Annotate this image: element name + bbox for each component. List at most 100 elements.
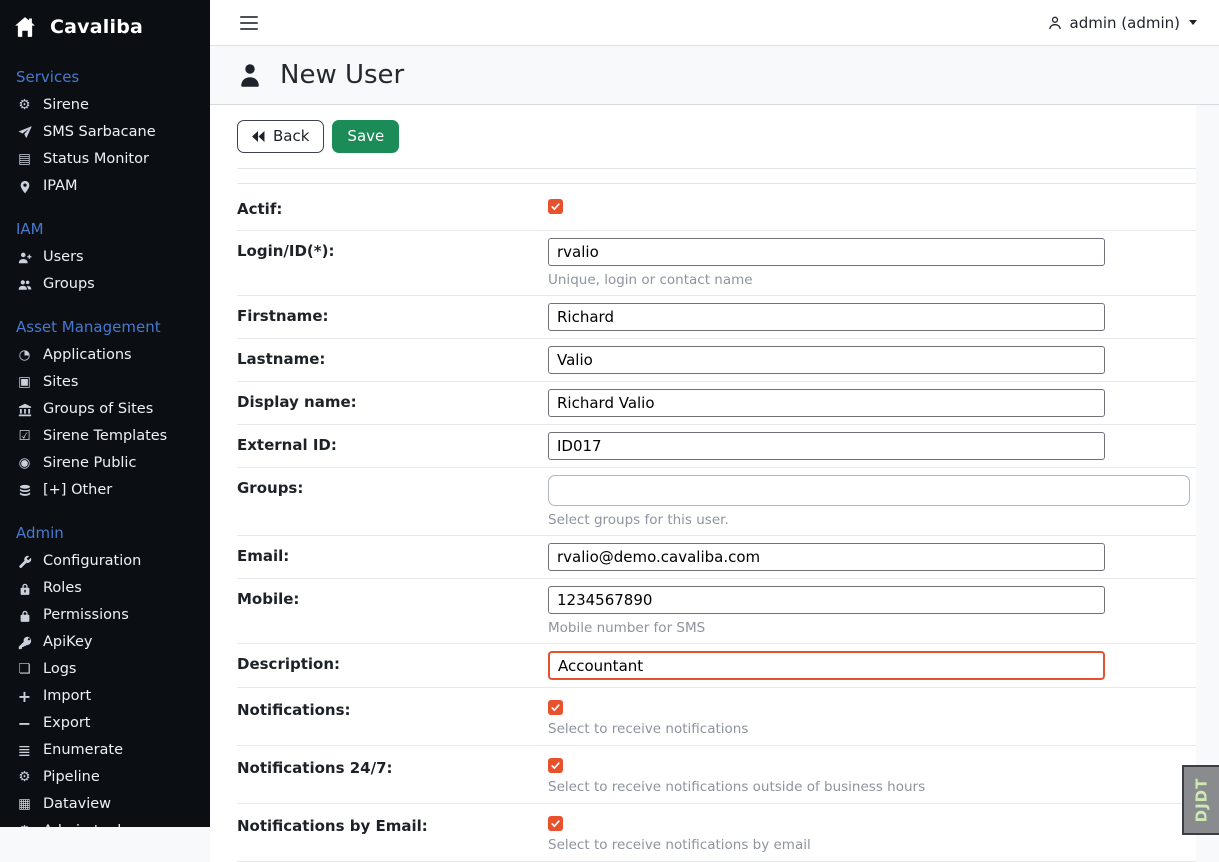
user-menu-label: admin (admin) (1070, 14, 1180, 32)
field-help: Select to receive notifications by email (548, 837, 811, 853)
save-button[interactable]: Save (332, 120, 399, 153)
sidebar-item-other[interactable]: [+] Other (0, 477, 210, 504)
login-id-input[interactable] (548, 238, 1105, 266)
sidebar-item-groups[interactable]: Groups (0, 271, 210, 298)
bank-icon (16, 403, 33, 417)
actif-checkbox[interactable] (548, 199, 563, 214)
form-row-mobile: Mobile: Mobile number for SMS (237, 579, 1196, 644)
sidebar-item-sirene[interactable]: ⚙ Sirene (0, 92, 210, 119)
sidebar-item-status-monitor[interactable]: ▤ Status Monitor (0, 146, 210, 173)
page-title: New User (280, 60, 404, 90)
sidebar-item-sirene-public[interactable]: ◉ Sirene Public (0, 450, 210, 477)
notifications-email-checkbox[interactable] (548, 816, 563, 831)
sidebar-item-sirene-templates[interactable]: ☑ Sirene Templates (0, 423, 210, 450)
sidebar-item-sms-sarbacane[interactable]: SMS Sarbacane (0, 119, 210, 146)
brand-logo[interactable]: Cavaliba (0, 0, 210, 48)
status-list-icon: ▤ (16, 151, 33, 168)
sidebar-item-enumerate[interactable]: ≣ Enumerate (0, 737, 210, 764)
field-label: External ID: (237, 432, 548, 460)
field-label: Actif: (237, 196, 548, 218)
groups-select[interactable] (548, 475, 1190, 506)
check-icon (550, 760, 561, 771)
back-button[interactable]: Back (237, 120, 324, 153)
form-row-groups: Groups: Select groups for this user. (237, 468, 1196, 536)
sidebar-section-admin: Admin Configuration Roles Permissions Ap… (0, 519, 210, 827)
field-help: Mobile number for SMS (548, 620, 1105, 636)
gears-icon: ⚙ (16, 769, 33, 786)
section-header-admin: Admin (0, 519, 210, 548)
sidebar-section-asset-management: Asset Management ◔ Applications ▣ Sites … (0, 313, 210, 504)
section-header-services: Services (0, 63, 210, 92)
field-label: Groups: (237, 475, 548, 528)
sidebar-item-applications[interactable]: ◔ Applications (0, 342, 210, 369)
sidebar-item-export[interactable]: − Export (0, 710, 210, 737)
rewind-icon (252, 131, 265, 142)
form-row-display-name: Display name: (237, 382, 1196, 425)
sidebar-item-sites[interactable]: ▣ Sites (0, 369, 210, 396)
field-help: Select to receive notifications (548, 721, 748, 737)
sidebar: Cavaliba Services ⚙ Sirene SMS Sarbacane… (0, 0, 210, 827)
caret-down-icon (1189, 20, 1197, 25)
form-row-login: Login/ID(*): Unique, login or contact na… (237, 231, 1196, 296)
topbar: admin (admin) (210, 0, 1219, 46)
person-icon (237, 62, 263, 88)
debug-toolbar-label: DJDT (1193, 778, 1211, 823)
form-row-actif: Actif: (237, 184, 1196, 231)
section-header-iam: IAM (0, 215, 210, 244)
display-name-input[interactable] (548, 389, 1105, 417)
sidebar-item-roles[interactable]: Roles (0, 575, 210, 602)
form-row-external-id: External ID: (237, 425, 1196, 468)
sidebar-item-ipam[interactable]: IPAM (0, 173, 210, 200)
key-icon (16, 636, 33, 650)
public-circle-icon: ◉ (16, 455, 33, 472)
menu-toggle-button[interactable] (238, 12, 260, 34)
user-menu-dropdown[interactable]: admin (admin) (1047, 14, 1197, 32)
field-label: Lastname: (237, 346, 548, 374)
notifications-247-checkbox[interactable] (548, 758, 563, 773)
lastname-input[interactable] (548, 346, 1105, 374)
enumerate-list-icon: ≣ (16, 742, 33, 759)
sidebar-item-pipeline[interactable]: ⚙ Pipeline (0, 764, 210, 791)
field-help: Select to receive notifications outside … (548, 779, 925, 795)
check-icon (550, 818, 561, 829)
form-toolbar: Back Save (237, 120, 1196, 169)
sidebar-item-dataview[interactable]: ▦ Dataview (0, 791, 210, 818)
app-indicator-icon: ◔ (16, 347, 33, 364)
role-lock-icon (16, 582, 33, 596)
debug-toolbar-handle[interactable]: DJDT (1182, 765, 1219, 835)
page-header: New User (210, 46, 1219, 105)
gear-icon: ⚙ (16, 97, 33, 114)
check-icon (550, 702, 561, 713)
sidebar-item-configuration[interactable]: Configuration (0, 548, 210, 575)
database-icon (16, 484, 33, 498)
home-icon (14, 16, 36, 38)
form-row-firstname: Firstname: (237, 296, 1196, 339)
building-icon: ▣ (16, 374, 33, 391)
sidebar-item-apikey[interactable]: ApiKey (0, 629, 210, 656)
main-area: admin (admin) New User Back Save Actif: (210, 0, 1219, 862)
form-row-notifications: Notifications: Select to receive notific… (237, 688, 1196, 746)
firstname-input[interactable] (548, 303, 1105, 331)
form-row-description: Description: (237, 644, 1196, 688)
form-row-notifications-email: Notifications by Email: Select to receiv… (237, 804, 1196, 862)
sidebar-item-logs[interactable]: ❏ Logs (0, 656, 210, 683)
section-header-asset-management: Asset Management (0, 313, 210, 342)
form-row-email: Email: (237, 536, 1196, 579)
sidebar-item-users[interactable]: Users (0, 244, 210, 271)
field-help: Select groups for this user. (548, 512, 1190, 528)
menu-icon (240, 16, 258, 18)
field-help: Unique, login or contact name (548, 272, 1105, 288)
sidebar-item-permissions[interactable]: Permissions (0, 602, 210, 629)
email-input[interactable] (548, 543, 1105, 571)
description-input[interactable] (548, 651, 1105, 680)
mobile-input[interactable] (548, 586, 1105, 614)
person-outline-icon (1047, 15, 1063, 31)
field-label: Login/ID(*): (237, 238, 548, 288)
sidebar-item-admin-tools[interactable]: ⚙ Admin tools (0, 818, 210, 827)
lock-icon (16, 609, 33, 623)
check-square-icon: ☑ (16, 428, 33, 445)
sidebar-item-groups-of-sites[interactable]: Groups of Sites (0, 396, 210, 423)
sidebar-item-import[interactable]: + Import (0, 683, 210, 710)
notifications-checkbox[interactable] (548, 700, 563, 715)
external-id-input[interactable] (548, 432, 1105, 460)
